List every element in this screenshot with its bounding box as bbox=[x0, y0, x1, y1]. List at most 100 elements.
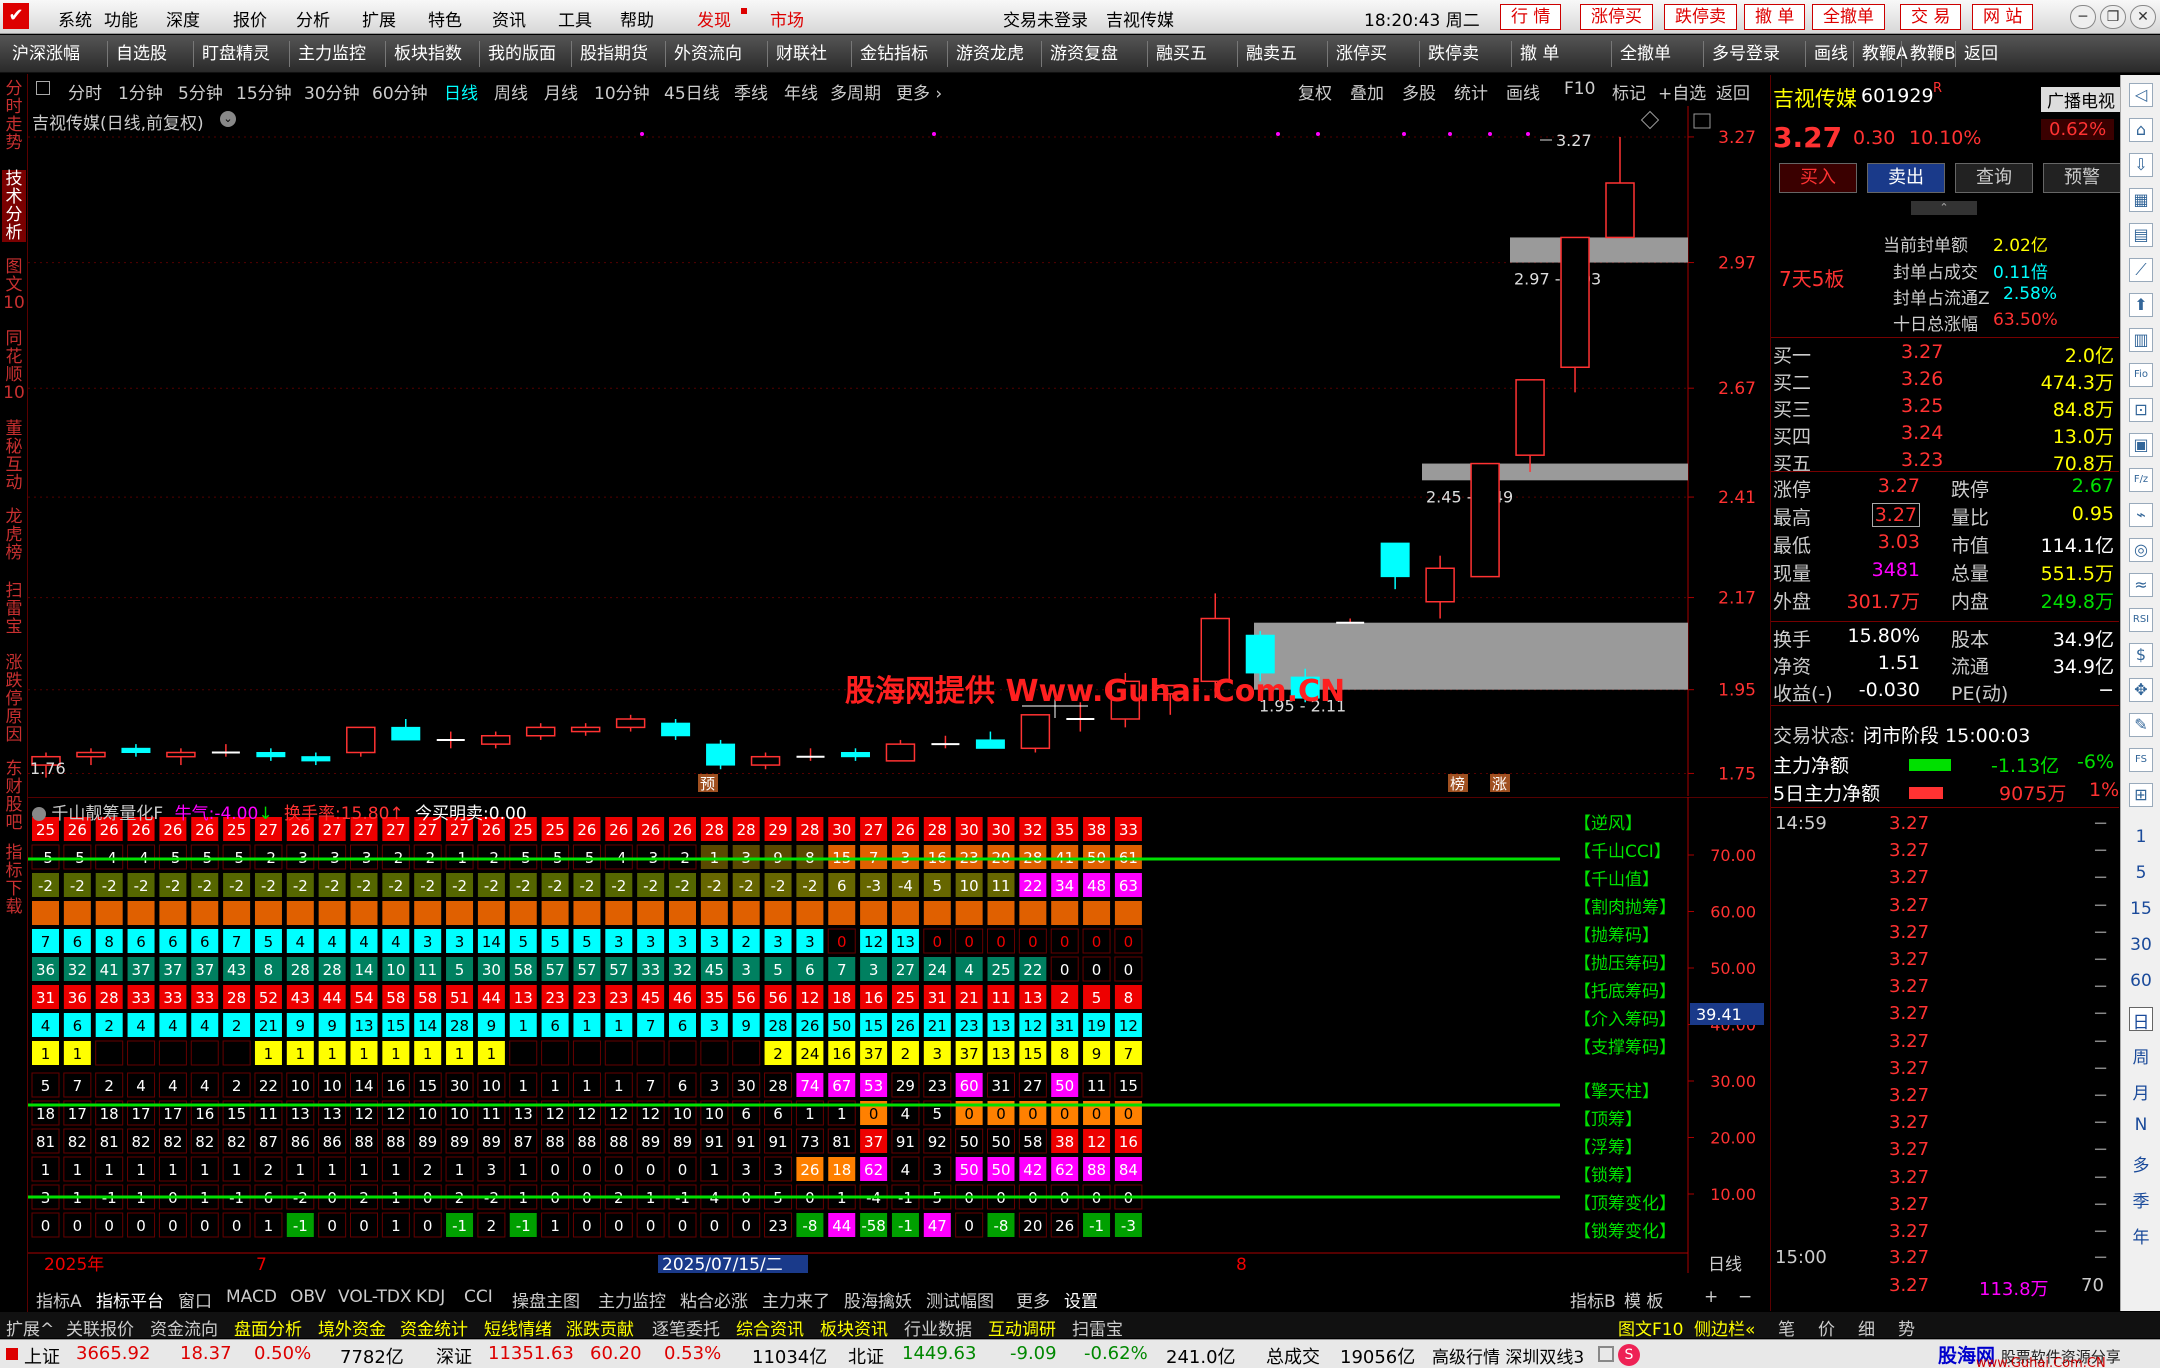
menu-item-8[interactable]: 工具 bbox=[558, 6, 592, 31]
back-icon[interactable]: ◁ bbox=[2129, 83, 2153, 107]
bid-price[interactable]: 3.23 bbox=[1901, 449, 1943, 471]
bz-label[interactable]: 北证 bbox=[848, 1343, 884, 1368]
indicator-tab-right-1[interactable]: 模 板 bbox=[1624, 1287, 1663, 1312]
fz-icon[interactable]: F/z bbox=[2129, 468, 2153, 492]
indicator-tab-13[interactable]: 测试幅图 bbox=[926, 1287, 994, 1312]
rightbar-period-5[interactable]: 日 bbox=[2129, 1007, 2153, 1033]
extension-tab-right-2[interactable]: 笔 bbox=[1778, 1315, 1795, 1340]
bid-price[interactable]: 3.26 bbox=[1901, 368, 1943, 390]
rightbar-period-8[interactable]: N bbox=[2129, 1115, 2153, 1139]
rightbar-period-2[interactable]: 15 bbox=[2129, 899, 2153, 923]
extension-tab-right-0[interactable]: 图文F10 bbox=[1618, 1315, 1683, 1340]
rightbar-period-4[interactable]: 60 bbox=[2129, 971, 2153, 995]
toolbar-item-22[interactable]: 返回 bbox=[1958, 40, 2004, 68]
toolbar-item-12[interactable]: 融买五 bbox=[1150, 40, 1213, 68]
indicator-tab-7[interactable]: CCI bbox=[464, 1287, 493, 1307]
home-icon[interactable]: ⌂ bbox=[2129, 118, 2153, 142]
trend-icon[interactable]: ⟋ bbox=[2129, 258, 2153, 282]
indicator-tab-12[interactable]: 股海擒妖 bbox=[844, 1287, 912, 1312]
toolbar-item-21[interactable]: 教鞭B bbox=[1904, 40, 1962, 68]
chart-tool-8[interactable]: 返回 bbox=[1716, 79, 1750, 104]
period-item-6[interactable]: 日线 bbox=[444, 79, 478, 104]
wave-icon[interactable]: ⌁ bbox=[2129, 503, 2153, 527]
period-item-9[interactable]: 10分钟 bbox=[594, 79, 650, 104]
sh-label[interactable]: 上证 bbox=[24, 1343, 60, 1368]
indicator-tab-4[interactable]: OBV bbox=[290, 1287, 326, 1307]
chart-tool-4[interactable]: 画线 bbox=[1506, 79, 1540, 104]
indicator-tab-10[interactable]: 粘合必涨 bbox=[680, 1287, 748, 1312]
chart-settings-icon[interactable]: ⌄ bbox=[220, 111, 236, 127]
indicator-tab-14[interactable]: 更多 bbox=[1016, 1287, 1050, 1312]
toolbar-item-15[interactable]: 跌停卖 bbox=[1422, 40, 1485, 68]
left-nav-item-2[interactable]: 图文10 bbox=[2, 258, 26, 312]
rightbar-period-10[interactable]: 季 bbox=[2129, 1187, 2153, 1212]
candle[interactable] bbox=[706, 739, 736, 770]
extension-tab-right-1[interactable]: 侧边栏« bbox=[1694, 1315, 1755, 1340]
trade-button-3[interactable]: 预警 bbox=[2043, 163, 2121, 193]
indicator-tab-3[interactable]: MACD bbox=[226, 1287, 277, 1307]
chart-tool-5[interactable]: F10 bbox=[1564, 79, 1595, 99]
menu-item-9[interactable]: 帮助 bbox=[620, 6, 654, 31]
up-icon[interactable]: ⬆ bbox=[2129, 293, 2153, 317]
app-logo-icon[interactable]: ✔ bbox=[3, 3, 29, 29]
panel-icon[interactable]: ▣ bbox=[2129, 433, 2153, 457]
indicator-tab-0[interactable]: 指标A bbox=[36, 1287, 82, 1312]
menu-market[interactable]: 市场 bbox=[770, 6, 804, 31]
grid-icon[interactable]: ▦ bbox=[2129, 188, 2153, 212]
quick-button-3[interactable]: 撤 单 bbox=[1744, 4, 1806, 30]
pencil-icon[interactable]: ✎ bbox=[2129, 713, 2153, 737]
minimize-button[interactable]: ─ bbox=[2070, 5, 2096, 29]
rightbar-period-0[interactable]: 1 bbox=[2129, 827, 2153, 851]
extension-tab-4[interactable]: 境外资金 bbox=[318, 1315, 386, 1340]
indicator-tab-6[interactable]: KDJ bbox=[416, 1287, 445, 1307]
left-nav-item-1[interactable]: 技术分析 bbox=[2, 170, 26, 242]
toolbar-item-3[interactable]: 主力监控 bbox=[292, 40, 372, 68]
extension-tab-8[interactable]: 逐笔委托 bbox=[652, 1315, 720, 1340]
left-nav-item-3[interactable]: 同花顺10 bbox=[2, 330, 26, 402]
extension-tab-10[interactable]: 板块资讯 bbox=[820, 1315, 888, 1340]
toolbar-item-18[interactable]: 多号登录 bbox=[1706, 40, 1786, 68]
chart-tool-3[interactable]: 统计 bbox=[1454, 79, 1488, 104]
extension-tab-1[interactable]: 关联报价 bbox=[66, 1315, 134, 1340]
indicator-tab-1[interactable]: 指标平台 bbox=[96, 1287, 164, 1312]
toolbar-item-0[interactable]: 沪深涨幅 bbox=[6, 40, 86, 68]
period-item-11[interactable]: 季线 bbox=[734, 79, 768, 104]
table-icon[interactable]: ▥ bbox=[2129, 328, 2153, 352]
period-item-8[interactable]: 月线 bbox=[544, 79, 578, 104]
toolbar-item-19[interactable]: 画线 bbox=[1808, 40, 1854, 68]
period-item-10[interactable]: 45日线 bbox=[664, 79, 720, 104]
rightbar-period-11[interactable]: 年 bbox=[2129, 1223, 2153, 1248]
trade-button-2[interactable]: 查询 bbox=[1955, 163, 2033, 193]
left-nav-item-5[interactable]: 龙虎榜 bbox=[2, 508, 26, 562]
extension-tab-5[interactable]: 资金统计 bbox=[400, 1315, 468, 1340]
chart-tool-0[interactable]: 复权 bbox=[1298, 79, 1332, 104]
period-toggle-icon[interactable] bbox=[36, 81, 50, 95]
extension-tab-11[interactable]: 行业数据 bbox=[904, 1315, 972, 1340]
period-item-12[interactable]: 年线 bbox=[784, 79, 818, 104]
period-item-5[interactable]: 60分钟 bbox=[372, 79, 428, 104]
collapse-icon[interactable]: ⌃ bbox=[1911, 201, 1977, 215]
download-icon[interactable]: ⇩ bbox=[2129, 153, 2153, 177]
chart-tool-6[interactable]: 标记 bbox=[1612, 79, 1646, 104]
period-item-14[interactable]: 更多 › bbox=[896, 79, 942, 104]
extension-tab-9[interactable]: 综合资讯 bbox=[736, 1315, 804, 1340]
left-nav-item-0[interactable]: 分时走势 bbox=[2, 80, 26, 152]
quick-button-2[interactable]: 跌停卖 bbox=[1664, 4, 1737, 30]
indicator-panel[interactable]: 70.00 60.00 50.00 4 0.00 30.00 20.00 10.00 39.41… bbox=[28, 797, 1768, 1273]
fio-icon[interactable]: Fio bbox=[2129, 363, 2153, 387]
toolbar-item-7[interactable]: 外资流向 bbox=[668, 40, 748, 68]
left-nav-item-6[interactable]: 扫雷宝 bbox=[2, 582, 26, 636]
menu-item-4[interactable]: 分析 bbox=[296, 6, 330, 31]
chart-tool-7[interactable]: +自选 bbox=[1658, 79, 1706, 104]
menu-item-6[interactable]: 特色 bbox=[428, 6, 462, 31]
period-item-0[interactable]: 分时 bbox=[68, 79, 102, 104]
quick-button-5[interactable]: 交 易 bbox=[1900, 4, 1962, 30]
menu-item-7[interactable]: 资讯 bbox=[492, 6, 526, 31]
quick-button-1[interactable]: 涨停买 bbox=[1580, 4, 1653, 30]
toolbar-item-11[interactable]: 游资复盘 bbox=[1044, 40, 1124, 68]
quick-button-0[interactable]: 行 情 bbox=[1500, 4, 1562, 30]
extension-tab-0[interactable]: 扩展^ bbox=[6, 1315, 54, 1340]
rightbar-period-6[interactable]: 周 bbox=[2129, 1043, 2153, 1068]
indicator-tab-right-3[interactable]: − bbox=[1738, 1287, 1752, 1307]
indicator-tab-8[interactable]: 操盘主图 bbox=[512, 1287, 580, 1312]
